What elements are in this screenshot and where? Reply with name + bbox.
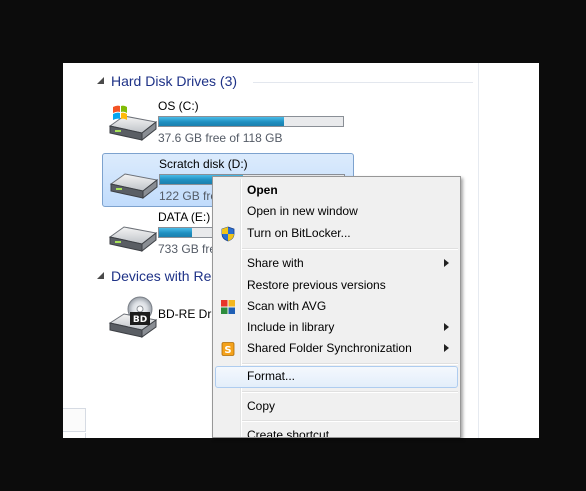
group-label: Hard Disk Drives (3) [111, 73, 238, 89]
bd-badge: BD [133, 315, 147, 325]
menu-item-shared-folder-synchronization[interactable]: S Shared Folder Synchronization [215, 338, 458, 359]
group-divider [253, 82, 473, 83]
menu-item-open-in-new-window[interactable]: Open in new window [215, 201, 458, 222]
group-label: Devices with Re [111, 268, 212, 284]
drive-context-menu: Open Open in new window Turn on BitLocke… [212, 176, 461, 438]
navigation-pane-edge[interactable] [63, 408, 86, 432]
sync-folder-icon: S [220, 341, 236, 357]
capacity-bar [158, 116, 344, 127]
menu-item-share-with[interactable]: Share with [215, 253, 458, 274]
hard-drive-icon [106, 213, 158, 253]
pane-divider [478, 63, 479, 438]
collapse-triangle-icon[interactable] [95, 270, 107, 282]
submenu-arrow-icon [444, 323, 449, 331]
hard-drive-icon [107, 160, 159, 200]
drive-name: DATA (E:) [158, 210, 211, 224]
menu-item-label: Turn on BitLocker... [247, 226, 351, 240]
menu-item-label: Create shortcut [247, 428, 330, 438]
bitlocker-shield-icon [220, 226, 236, 242]
menu-item-format[interactable]: Format... [215, 366, 458, 388]
menu-item-label: Shared Folder Synchronization [247, 341, 412, 355]
menu-item-label: Open in new window [247, 204, 358, 218]
menu-item-copy[interactable]: Copy [215, 396, 458, 417]
submenu-arrow-icon [444, 344, 449, 352]
group-header-hard-disk-drives[interactable]: Hard Disk Drives (3) [95, 73, 237, 89]
collapse-triangle-icon[interactable] [95, 75, 107, 87]
menu-item-include-in-library[interactable]: Include in library [215, 317, 458, 338]
submenu-arrow-icon [444, 259, 449, 267]
device-name: BD-RE Driv [158, 307, 220, 321]
menu-separator [242, 363, 458, 365]
drive-name: OS (C:) [158, 99, 199, 113]
menu-item-label: Scan with AVG [247, 299, 327, 313]
menu-item-label: Format... [247, 369, 296, 383]
capacity-bar-fill [159, 117, 285, 126]
menu-separator [242, 391, 458, 393]
windows-drive-icon [106, 102, 158, 142]
menu-item-restore-previous-versions[interactable]: Restore previous versions [215, 275, 458, 296]
menu-item-label: Open [247, 183, 278, 197]
drive-free-space: 37.6 GB free of 118 GB [158, 131, 283, 145]
menu-item-label: Restore previous versions [247, 278, 386, 292]
drive-item-c[interactable]: OS (C:) 37.6 GB free of 118 GB [102, 96, 352, 148]
drive-name: Scratch disk (D:) [159, 157, 248, 171]
capacity-bar-fill [159, 228, 193, 237]
svg-text:S: S [224, 345, 231, 356]
menu-item-scan-with-avg[interactable]: Scan with AVG [215, 296, 458, 317]
navigation-pane-rule [85, 433, 86, 438]
menu-item-create-shortcut[interactable]: Create shortcut [215, 425, 458, 438]
menu-item-turn-on-bitlocker[interactable]: Turn on BitLocker... [215, 223, 458, 244]
menu-item-label: Share with [247, 256, 304, 270]
avg-icon [220, 299, 236, 315]
menu-item-open[interactable]: Open [215, 180, 458, 201]
group-header-devices[interactable]: Devices with Re [95, 268, 211, 284]
menu-separator [242, 248, 458, 250]
drive-free-space: 733 GB fre [158, 242, 217, 256]
menu-item-label: Copy [247, 399, 276, 413]
bd-re-drive-icon: BD [106, 295, 158, 338]
menu-item-label: Include in library [247, 320, 335, 334]
menu-separator [242, 420, 458, 422]
